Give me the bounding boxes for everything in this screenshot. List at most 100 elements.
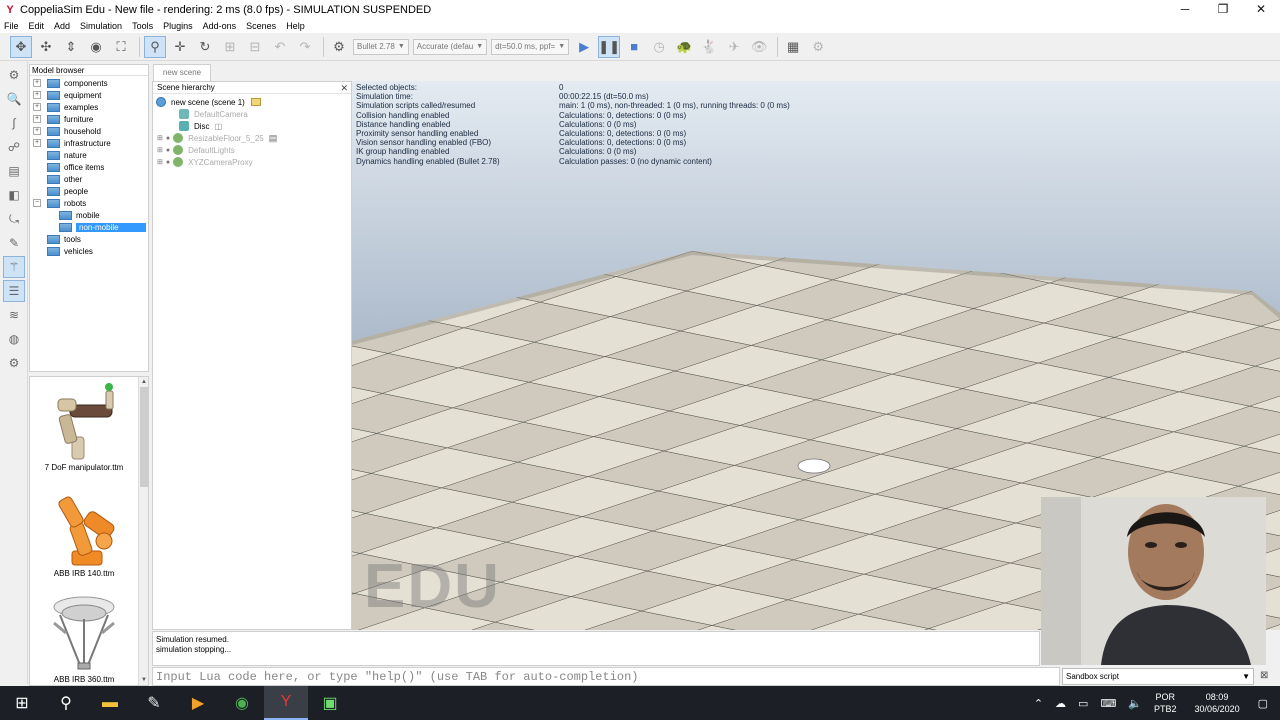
visualization-toggle-icon[interactable]: 👁 [748,36,770,58]
play-icon[interactable]: ▶ [573,36,595,58]
scene-object-properties-icon[interactable]: 🔍 [3,88,25,110]
ime-icon[interactable]: ⌨ [1100,697,1116,710]
menu-plugins[interactable]: Plugins [163,21,193,31]
script-icon[interactable]: ▤ [269,133,278,144]
camera-shift-icon[interactable]: ⇕ [60,36,82,58]
scroll-down-icon[interactable]: ▼ [139,675,148,685]
tree-item-tools[interactable]: tools [33,233,148,245]
collapse-icon[interactable]: − [33,199,41,207]
tree-item-nature[interactable]: nature [33,149,148,161]
path-edit-icon[interactable]: ⤿ [3,208,25,230]
timestep-select[interactable]: dt=50.0 ms, ppf= ▼ [491,38,570,55]
volume-icon[interactable]: 🔈 [1128,697,1142,710]
fit-to-view-icon[interactable]: ⛶ [110,36,132,58]
coppeliasim-taskbar-icon[interactable]: Y [264,686,308,720]
chevron-up-icon[interactable]: ⌃ [1034,697,1043,710]
shape-edit-icon[interactable]: ◧ [3,184,25,206]
windows-start-icon[interactable]: ⊞ [0,686,44,720]
hierarchy-item-defaultcamera[interactable]: DefaultCamera [179,108,248,120]
threaded-rendering-icon[interactable]: ✈ [723,36,745,58]
minimize-button[interactable]: ─ [1166,0,1204,19]
tree-item-non-mobile[interactable]: non-mobile [33,221,148,233]
media-player-icon[interactable]: ▶ [176,686,220,720]
menu-addons[interactable]: Add-ons [203,21,237,31]
close-icon[interactable]: ✕ [340,82,348,94]
expand-icon[interactable]: ⊞ [157,134,163,142]
close-icon[interactable]: ⊠ [1260,670,1268,681]
thumbnails-scrollbar[interactable]: ▲ ▼ [138,377,148,685]
expand-icon[interactable]: + [33,139,41,147]
script-icon[interactable] [250,98,261,106]
lua-command-input[interactable]: Input Lua code here, or type "help()" (u… [152,667,1060,686]
model-thumbnail[interactable]: ABB IRB 140.ttm [30,487,138,578]
camera-rotate-icon[interactable]: ✣ [35,36,57,58]
environment-icon[interactable]: ◍ [3,328,25,350]
search-icon[interactable]: ⚲ [44,686,88,720]
realtime-icon[interactable]: ◷ [648,36,670,58]
scripts-icon[interactable]: ▤ [3,160,25,182]
menu-file[interactable]: File [4,21,19,31]
sandbox-script-select[interactable]: Sandbox script ▼ [1062,668,1254,685]
paint-icon[interactable]: ✎ [132,686,176,720]
redo-icon[interactable]: ↷ [294,36,316,58]
calculation-modules-icon[interactable]: ∫ [3,112,25,134]
undo-icon[interactable]: ↶ [269,36,291,58]
menu-edit[interactable]: Edit [29,21,45,31]
tree-item-equipment[interactable]: + equipment [33,89,148,101]
hierarchy-item-scene[interactable]: new scene (scene 1) [156,96,261,108]
scroll-up-icon[interactable]: ▲ [139,377,148,387]
menu-help[interactable]: Help [286,21,305,31]
tree-item-vehicles[interactable]: vehicles [33,245,148,257]
pycharm-icon[interactable]: ▣ [308,686,352,720]
language-indicator[interactable]: POR PTB2 [1154,691,1177,715]
physics-engine-select[interactable]: Bullet 2.78 ▼ [353,38,409,55]
stop-icon[interactable]: ■ [623,36,645,58]
clock[interactable]: 08:09 30/06/2020 [1195,691,1240,715]
tree-item-people[interactable]: people [33,185,148,197]
maximize-button[interactable]: ❐ [1204,0,1242,19]
expand-icon[interactable]: + [33,127,41,135]
layers-icon[interactable]: ≋ [3,304,25,326]
camera-angle-icon[interactable]: ◉ [85,36,107,58]
user-settings-icon[interactable]: ⚙ [3,352,25,374]
expand-icon[interactable]: + [33,103,41,111]
selection-icon[interactable]: ✎ [3,232,25,254]
accuracy-select[interactable]: Accurate (defau ▼ [412,38,488,55]
hierarchy-item-defaultlights[interactable]: ⊞ ● DefaultLights [157,144,235,156]
page-selector-icon[interactable]: ⚙ [807,36,829,58]
menu-simulation[interactable]: Simulation [80,21,122,31]
scene-hierarchy-icon[interactable]: ☰ [3,280,25,302]
menu-add[interactable]: Add [54,21,70,31]
object-shift-icon[interactable]: ✛ [169,36,191,58]
collections-icon[interactable]: ☍ [3,136,25,158]
hierarchy-item-disc[interactable]: Disc ◫ [179,120,222,132]
scene-view-icon[interactable]: ▦ [782,36,804,58]
model-thumbnail[interactable]: ABB IRB 360.ttm [30,593,138,684]
tree-item-household[interactable]: + household [33,125,148,137]
camera-pan-icon[interactable]: ✥ [10,35,32,58]
pause-icon[interactable]: ❚❚ [598,35,621,58]
tab-new-scene[interactable]: new scene [153,64,211,81]
cloud-icon[interactable]: ☁ [1055,697,1066,710]
slower-icon[interactable]: 🐢 [673,36,695,58]
menu-tools[interactable]: Tools [132,21,153,31]
faster-icon[interactable]: 🐇 [698,36,720,58]
tree-item-components[interactable]: + components [33,77,148,89]
scroll-thumb[interactable] [140,387,148,487]
hierarchy-item-resizablefloor[interactable]: ⊞ ● ResizableFloor_5_25 ▤ [157,132,277,144]
expand-icon[interactable]: + [33,91,41,99]
simulation-settings-icon[interactable]: ⚙ [3,64,25,86]
expand-icon[interactable]: + [33,79,41,87]
tree-item-office-items[interactable]: office items [33,161,148,173]
tree-item-mobile[interactable]: mobile [33,209,148,221]
object-rotate-icon[interactable]: ↻ [194,36,216,58]
menu-scenes[interactable]: Scenes [246,21,276,31]
click-select-icon[interactable]: ⚲ [144,35,166,58]
tree-item-infrastructure[interactable]: + infrastructure [33,137,148,149]
expand-icon[interactable]: + [33,115,41,123]
network-icon[interactable]: ▭ [1078,697,1088,710]
tree-item-examples[interactable]: + examples [33,101,148,113]
transfer-dna-icon[interactable]: ⊟ [244,36,266,58]
model-browser-icon[interactable]: ⚚ [3,256,25,278]
dynamics-settings-icon[interactable]: ⚙ [328,36,350,58]
